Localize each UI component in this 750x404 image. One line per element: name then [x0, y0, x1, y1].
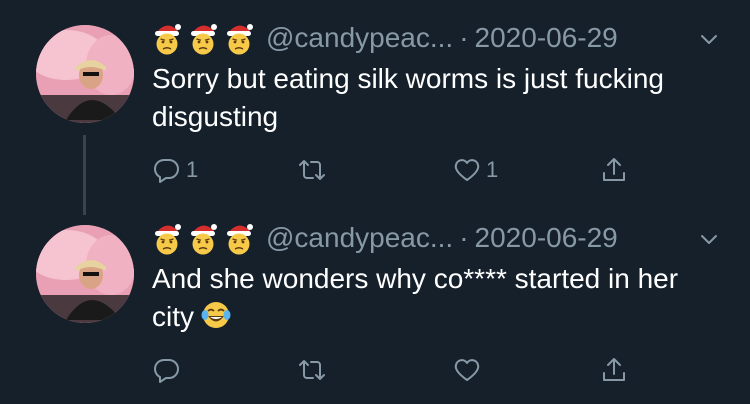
- tweet-header: @candypeac... · 2020-06-29: [152, 18, 618, 58]
- retweet-button[interactable]: [297, 150, 331, 190]
- tweet-date[interactable]: 2020-06-29: [475, 22, 618, 54]
- tweet-date[interactable]: 2020-06-29: [475, 222, 618, 254]
- tweet-header: @candypeac... · 2020-06-29: [152, 218, 618, 258]
- retweet-icon: [297, 355, 327, 385]
- chevron-down-icon[interactable]: [698, 228, 720, 250]
- santa-face-icon: [152, 221, 182, 255]
- user-handle[interactable]: @candypeac...: [266, 222, 453, 254]
- avatar[interactable]: [36, 25, 134, 123]
- avatar[interactable]: [36, 225, 134, 323]
- share-button[interactable]: [599, 150, 629, 190]
- tweet-text-container: And she wonders why co**** started in he…: [152, 260, 722, 336]
- santa-face-icon: [188, 21, 218, 55]
- reply-icon: [152, 355, 182, 385]
- share-icon: [599, 355, 629, 385]
- tweet-actions: 1 1: [152, 150, 712, 190]
- tweet-actions: [152, 350, 712, 390]
- santa-face-icon: [224, 21, 254, 55]
- like-button[interactable]: [452, 350, 486, 390]
- santa-face-icon: [224, 221, 254, 255]
- reply-icon: [152, 155, 182, 185]
- chevron-down-icon[interactable]: [698, 28, 720, 50]
- like-button[interactable]: 1: [452, 150, 498, 190]
- share-icon: [599, 155, 629, 185]
- retweet-icon: [297, 155, 327, 185]
- santa-face-icon: [152, 21, 182, 55]
- tears-of-joy-icon: [200, 299, 232, 331]
- reply-button[interactable]: 1: [152, 150, 198, 190]
- heart-icon: [452, 155, 482, 185]
- share-button[interactable]: [599, 350, 629, 390]
- retweet-button[interactable]: [297, 350, 331, 390]
- reply-count: 1: [186, 157, 199, 182]
- user-handle[interactable]: @candypeac...: [266, 22, 453, 54]
- santa-face-icon: [188, 221, 218, 255]
- reply-button[interactable]: [152, 350, 186, 390]
- like-count: 1: [486, 157, 499, 182]
- tweet[interactable]: @candypeac... · 2020-06-29 Sorry but eat…: [0, 0, 750, 215]
- separator: ·: [459, 22, 469, 53]
- heart-icon: [452, 355, 482, 385]
- tweet-text: Sorry but eating silk worms is just fuck…: [152, 63, 664, 132]
- separator: ·: [459, 222, 469, 253]
- tweet[interactable]: @candypeac... · 2020-06-29 And she wonde…: [0, 200, 750, 404]
